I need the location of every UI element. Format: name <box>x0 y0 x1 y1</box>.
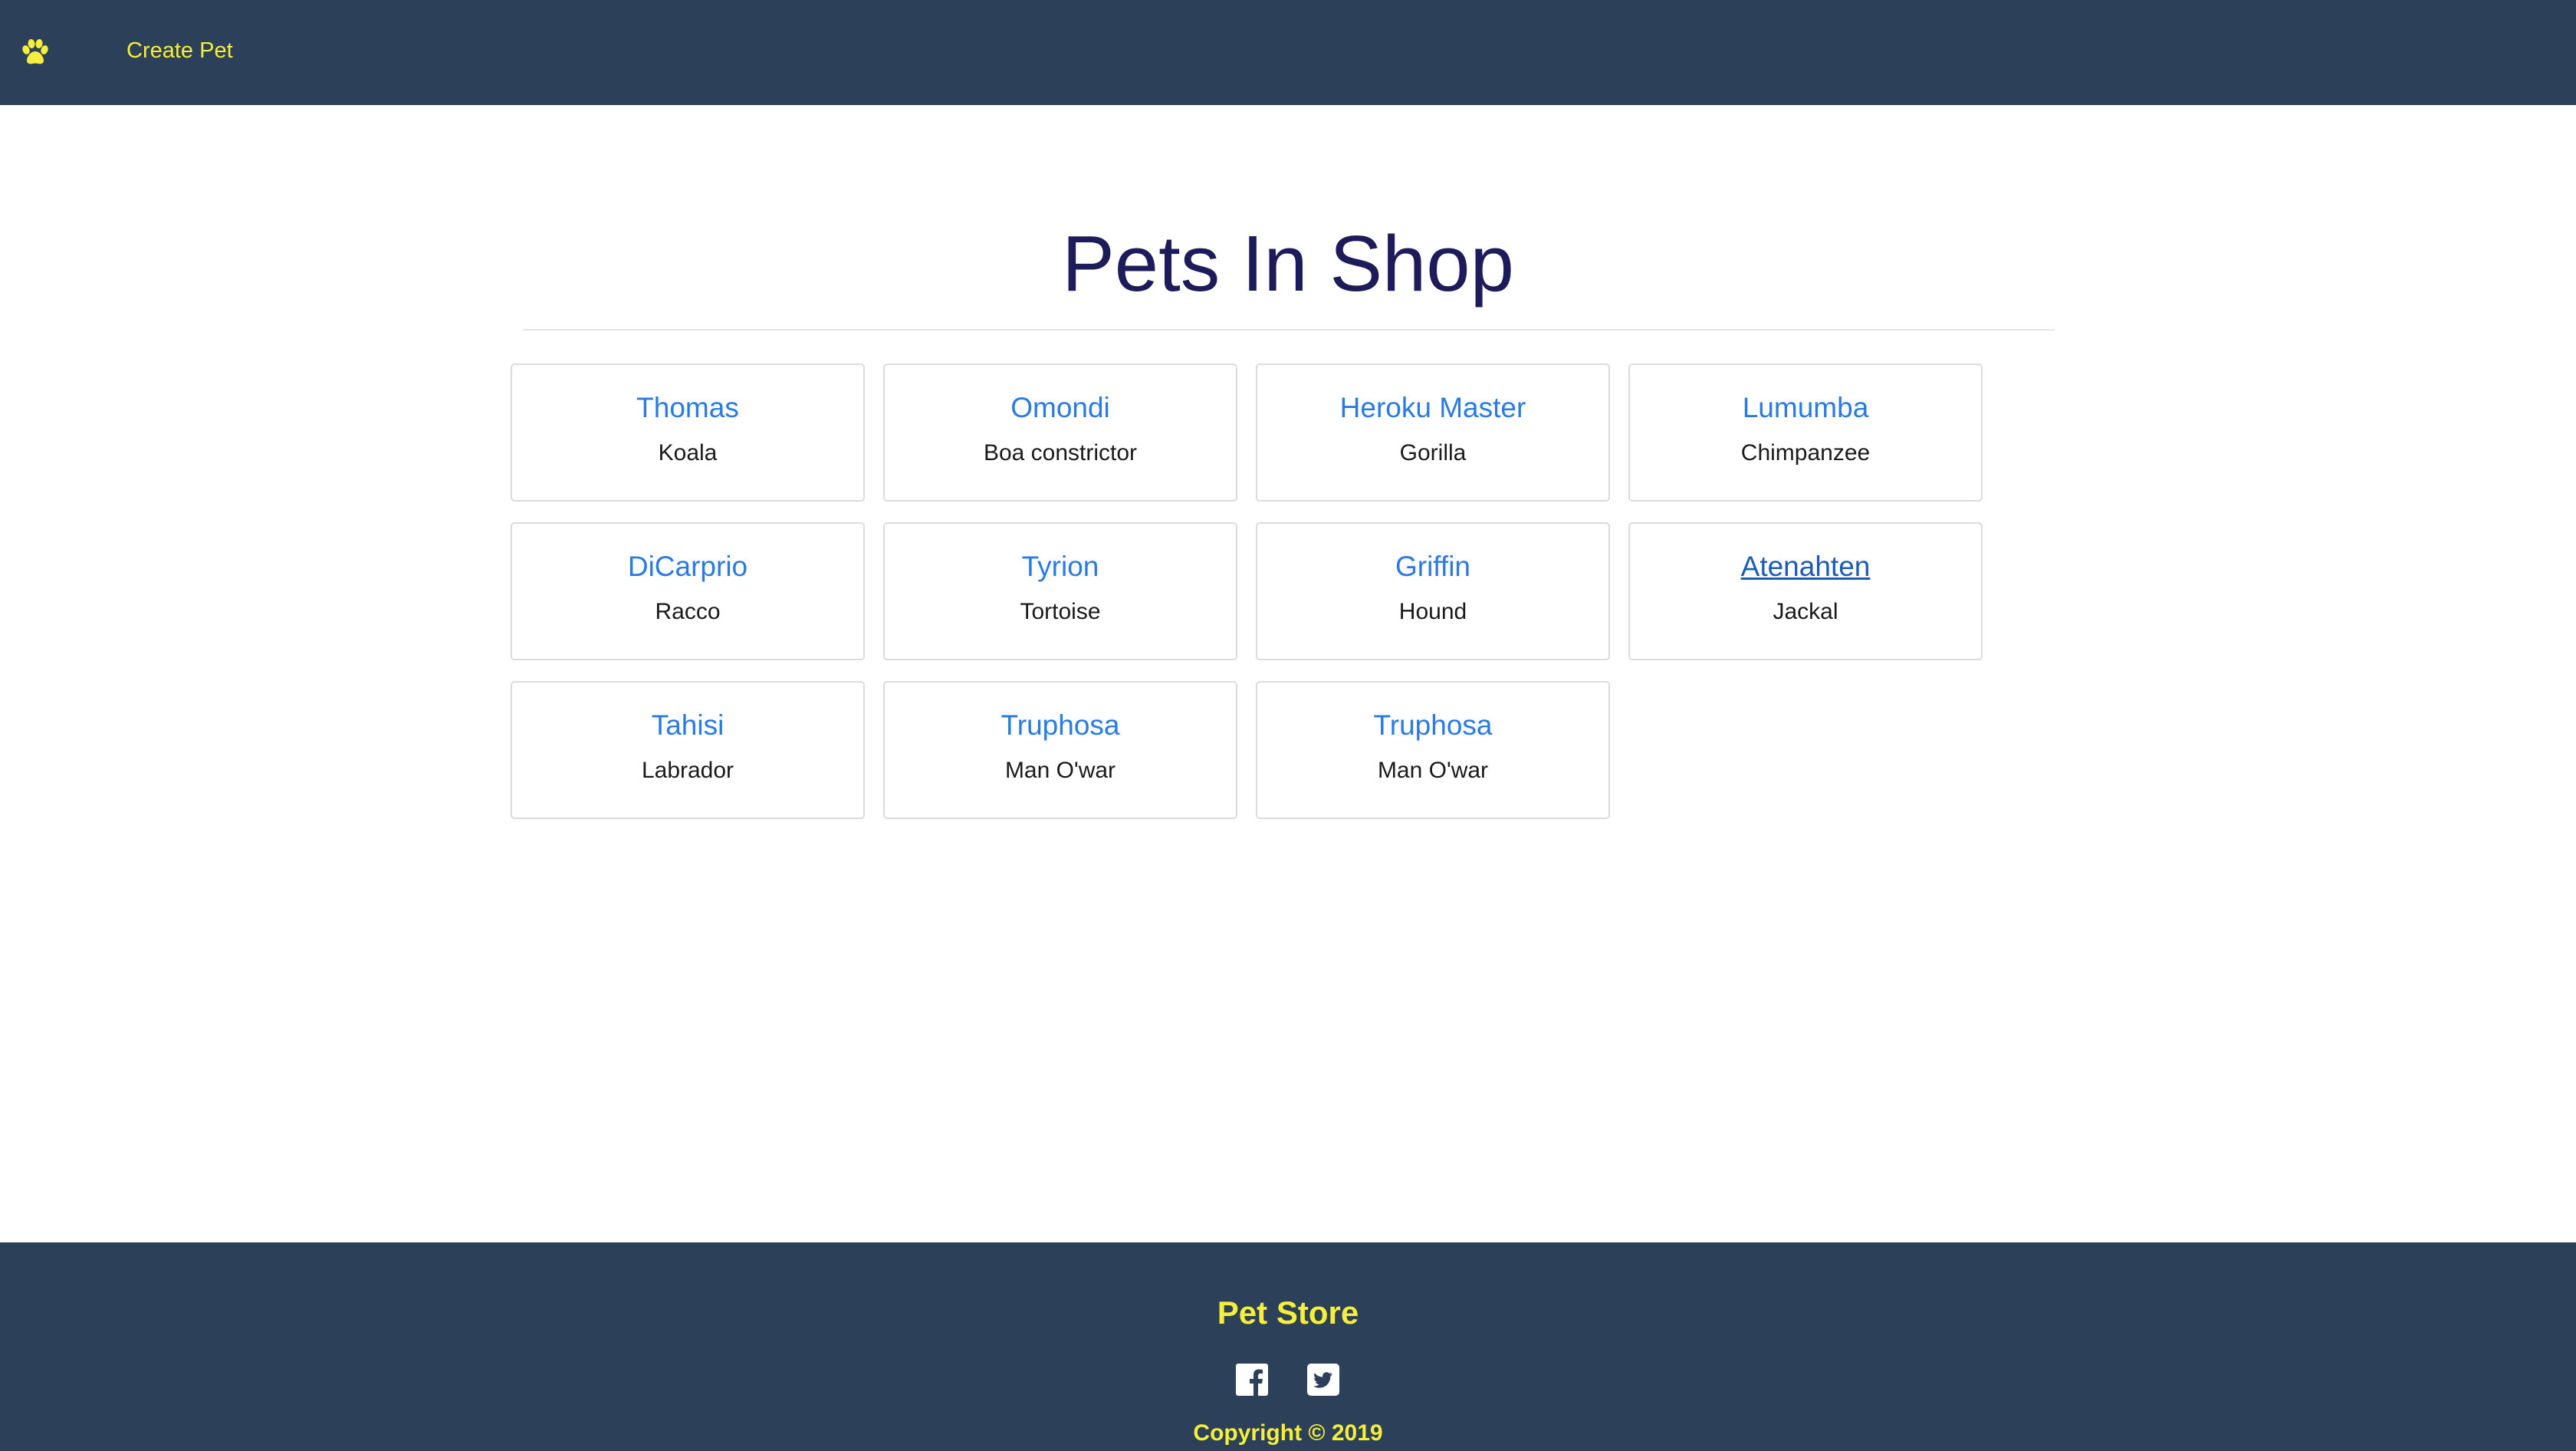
pet-name-link[interactable]: Truphosa <box>1257 708 1608 743</box>
pet-card: Truphosa Man O'war <box>1256 681 1610 819</box>
pet-species: Koala <box>658 440 718 466</box>
pet-name-link[interactable]: Truphosa <box>885 708 1236 743</box>
pet-name-link[interactable]: Omondi <box>885 390 1236 426</box>
pet-card: Tyrion Tortoise <box>883 522 1237 660</box>
pet-card: Tahisi Labrador <box>511 681 865 819</box>
facebook-icon[interactable] <box>1236 1364 1268 1396</box>
pet-name-link[interactable]: Heroku Master <box>1257 390 1608 426</box>
footer-brand: Pet Store <box>1217 1295 1359 1331</box>
pet-species: Man O'war <box>1004 758 1116 783</box>
pet-card: Atenahten Jackal <box>1628 522 1983 660</box>
pet-card: Lumumba Chimpanzee <box>1628 364 1983 502</box>
pet-species: Chimpanzee <box>1740 440 1871 466</box>
pet-name-link[interactable]: Tyrion <box>885 549 1236 584</box>
pet-card: Heroku Master Gorilla <box>1256 364 1610 502</box>
pet-card: Griffin Hound <box>1256 522 1610 660</box>
pet-card: Omondi Boa constrictor <box>883 364 1237 502</box>
pet-card: Truphosa Man O'war <box>883 681 1237 819</box>
pet-name-link[interactable]: Atenahten <box>1630 549 1981 584</box>
pet-card: Thomas Koala <box>511 364 865 502</box>
pet-species: Tortoise <box>1020 599 1101 624</box>
pet-name-link[interactable]: Tahisi <box>512 708 863 743</box>
twitter-icon[interactable] <box>1307 1364 1339 1396</box>
pet-species: Boa constrictor <box>983 440 1138 466</box>
pet-species: Man O'war <box>1377 758 1489 783</box>
pet-name-link[interactable]: DiCarprio <box>512 549 863 584</box>
copyright: Copyright © 2019 <box>1193 1420 1383 1446</box>
pet-species: Racco <box>655 599 721 624</box>
pet-species: Gorilla <box>1399 440 1467 466</box>
pet-species: Labrador <box>641 758 734 783</box>
pet-species: Jackal <box>1773 599 1838 624</box>
create-pet-link[interactable]: Create Pet <box>127 35 233 66</box>
pet-name-link[interactable]: Griffin <box>1257 549 1608 584</box>
page-title: Pets In Shop <box>1062 219 1514 308</box>
navbar: Create Pet <box>0 0 2576 105</box>
pet-name-link[interactable]: Thomas <box>512 390 863 426</box>
pet-card: DiCarprio Racco <box>511 522 865 660</box>
footer: Pet Store Copyright © 2019 <box>0 1242 2576 1451</box>
pet-name-link[interactable]: Lumumba <box>1630 390 1981 426</box>
title-divider <box>523 329 2055 331</box>
pet-species: Hound <box>1398 599 1467 624</box>
pet-card-grid: Thomas Koala Omondi Boa constrictor Hero… <box>511 364 2001 819</box>
paw-icon[interactable] <box>20 38 51 66</box>
